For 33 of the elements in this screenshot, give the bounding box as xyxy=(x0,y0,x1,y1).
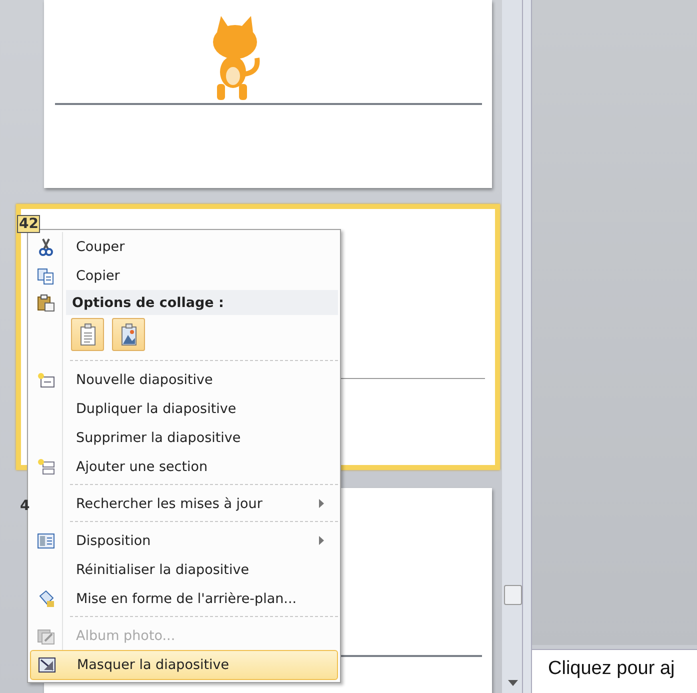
new-slide-icon xyxy=(37,370,55,388)
scroll-down-icon[interactable] xyxy=(508,680,518,686)
scissors-icon xyxy=(37,238,55,256)
clipboard-icon xyxy=(37,294,55,312)
copy-icon xyxy=(37,266,55,284)
notes-field[interactable]: Cliquez pour aj xyxy=(532,649,697,693)
document-icon xyxy=(78,322,98,346)
menu-item[interactable]: Supprimer la diapositive xyxy=(30,423,338,452)
slide-number: 42 xyxy=(17,215,40,233)
scroll-thumb[interactable] xyxy=(504,585,522,605)
slide-thumbnail[interactable] xyxy=(44,0,492,188)
paint-bucket-icon xyxy=(37,590,55,608)
menu-item[interactable]: Nouvelle diapositive xyxy=(30,365,338,394)
menu-item[interactable]: Copier xyxy=(30,261,338,290)
menu-item[interactable]: Rechercher les mises à jour xyxy=(30,489,338,518)
image-icon xyxy=(118,322,138,346)
menu-item[interactable]: Dupliquer la diapositive xyxy=(30,394,338,423)
menu-item[interactable]: Réinitialiser la diapositive xyxy=(30,555,338,584)
submenu-arrow-icon xyxy=(319,536,324,545)
scrollbar[interactable] xyxy=(502,0,522,693)
menu-item[interactable]: Disposition xyxy=(30,526,338,555)
slide-number: 4 xyxy=(20,498,30,514)
submenu-arrow-icon xyxy=(319,499,324,508)
hide-slide-icon xyxy=(38,656,56,674)
menu-item[interactable]: Ajouter une section xyxy=(30,452,338,481)
section-icon xyxy=(37,458,55,476)
album-icon xyxy=(37,626,55,644)
paste-option-button[interactable] xyxy=(112,318,145,351)
layout-icon xyxy=(37,532,55,550)
menu-item[interactable]: Mise en forme de l'arrière-plan... xyxy=(30,584,338,613)
menu-item[interactable]: Masquer la diapositive xyxy=(30,650,338,680)
menu-item[interactable]: Couper xyxy=(30,232,338,261)
paste-option-button[interactable] xyxy=(71,318,104,351)
